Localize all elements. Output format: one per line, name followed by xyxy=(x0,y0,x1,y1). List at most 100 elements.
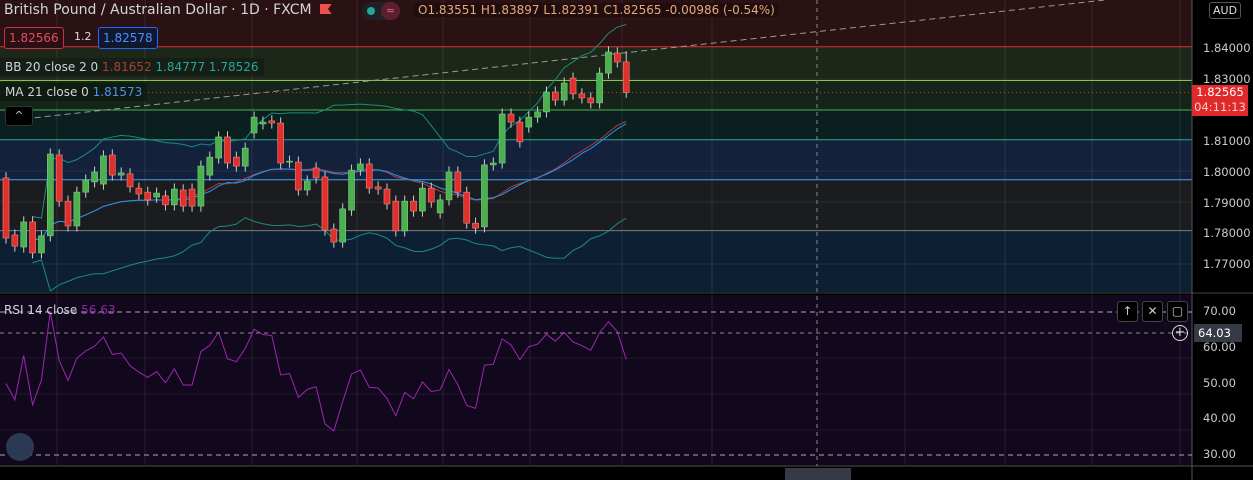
candle-body xyxy=(339,208,346,243)
candle-body xyxy=(419,187,426,212)
bb-legend[interactable]: BB 20 close 2 0 1.81652 1.84777 1.78526 xyxy=(0,58,264,76)
candle-body xyxy=(126,173,134,188)
last-price-label: 1.82565 04:11:13 xyxy=(1192,85,1248,116)
maximize-pane-button[interactable]: ▢ xyxy=(1167,301,1188,322)
candle-body xyxy=(135,187,143,195)
candle-body xyxy=(2,177,10,239)
candle-body xyxy=(171,188,178,206)
rsi-tick: 50.00 xyxy=(1203,376,1236,390)
crosshair-time-label xyxy=(785,468,851,480)
candle-body xyxy=(250,116,258,134)
sell-price-button[interactable]: 1.82566 xyxy=(4,27,64,49)
candle-body xyxy=(20,221,28,248)
candle-body xyxy=(357,163,364,171)
ma-value: 1.81573 xyxy=(92,85,143,99)
rsi-tick: 60.00 xyxy=(1203,340,1236,354)
candle-body xyxy=(206,156,214,176)
candle-body xyxy=(525,116,533,128)
candle-body xyxy=(64,200,72,227)
candle-body xyxy=(605,51,612,74)
candle-body xyxy=(392,200,400,232)
candle-body xyxy=(11,234,19,247)
market-open-dot-icon xyxy=(367,7,375,15)
price-tick: 1.83000 xyxy=(1203,72,1251,86)
candle-body xyxy=(303,180,311,191)
candle-body xyxy=(109,154,116,176)
candle-body xyxy=(516,121,524,143)
rsi-legend[interactable]: RSI 14 close 56.63 xyxy=(4,303,116,317)
candle-body xyxy=(162,195,169,206)
candle-body xyxy=(286,160,293,163)
wave-icon: ≈ xyxy=(381,2,400,20)
candle-body xyxy=(348,169,355,211)
price-zone xyxy=(0,179,1192,231)
flag-icon[interactable] xyxy=(319,4,332,14)
candle-body xyxy=(55,154,63,202)
bb-label: BB 20 close 2 0 xyxy=(5,60,99,74)
market-status-toggle[interactable]: ≈ xyxy=(362,2,400,20)
candle-body xyxy=(117,172,125,176)
candle-body xyxy=(259,121,267,125)
close-pane-button[interactable]: ✕ xyxy=(1142,301,1163,322)
price-tick: 1.79000 xyxy=(1203,196,1251,210)
candle-body xyxy=(91,171,98,183)
chevron-up-icon: ^ xyxy=(14,109,24,122)
ohlc-values: O1.83551 H1.83897 L1.82391 C1.82565 -0.0… xyxy=(414,3,779,17)
candle-body xyxy=(73,191,81,227)
candle-body xyxy=(233,156,240,167)
candle-body xyxy=(401,200,409,232)
candle-body xyxy=(330,228,338,243)
last-price-value: 1.82565 xyxy=(1196,85,1244,99)
candle-body xyxy=(463,191,471,224)
add-plus-icon[interactable]: + xyxy=(1172,325,1188,341)
candle-body xyxy=(268,120,276,124)
move-pane-up-button[interactable]: ↑ xyxy=(1117,301,1138,322)
candle-body xyxy=(82,179,90,193)
price-zone xyxy=(0,139,1192,180)
ma-label: MA 21 close 0 xyxy=(5,85,89,99)
candle-body xyxy=(622,61,630,93)
bb-basis-value: 1.81652 xyxy=(102,60,152,74)
candle-body xyxy=(596,72,603,104)
candle-body xyxy=(188,188,196,207)
candle-body xyxy=(445,171,453,201)
candle-body xyxy=(215,136,222,159)
candle-body xyxy=(153,192,160,198)
candle-body xyxy=(498,113,506,164)
rsi-tick: 30.00 xyxy=(1203,447,1236,461)
candle-body xyxy=(179,189,187,207)
candle-body xyxy=(587,97,595,104)
ma-legend[interactable]: MA 21 close 0 1.81573 xyxy=(0,83,148,101)
spread-value: 1.2 xyxy=(74,30,92,43)
crosshair-rsi-value: 64.03 xyxy=(1194,324,1242,342)
candle-body xyxy=(312,167,320,179)
price-zone xyxy=(0,230,1192,292)
candle-body xyxy=(481,164,488,228)
bb-lower-value: 1.78526 xyxy=(208,60,259,74)
candle-body xyxy=(489,162,497,166)
candle-body xyxy=(454,171,462,193)
price-tick: 1.80000 xyxy=(1203,165,1251,179)
rsi-pane-background xyxy=(0,295,1192,465)
price-zone xyxy=(0,110,1192,140)
maximize-icon: ▢ xyxy=(1171,304,1184,318)
candle-body xyxy=(277,122,284,164)
arrow-up-icon: ↑ xyxy=(1122,304,1133,318)
price-tick: 1.81000 xyxy=(1203,134,1251,148)
candle-body xyxy=(472,222,479,229)
symbol-title[interactable]: British Pound / Australian Dollar · 1D ·… xyxy=(4,2,332,18)
candle-body xyxy=(46,153,54,237)
candle-body xyxy=(578,93,586,99)
bar-countdown: 04:11:13 xyxy=(1194,100,1246,114)
rsi-value: 56.63 xyxy=(81,303,116,317)
candle-body xyxy=(144,191,152,201)
price-tick: 1.78000 xyxy=(1203,226,1251,240)
candle-body xyxy=(427,187,435,203)
buy-price-button[interactable]: 1.82578 xyxy=(98,27,158,49)
candle-body xyxy=(374,186,382,190)
price-tick: 1.84000 xyxy=(1203,41,1251,55)
collapse-legend-button[interactable]: ^ xyxy=(5,106,33,126)
candle-body xyxy=(100,155,107,185)
tradingview-logo-icon[interactable] xyxy=(6,433,34,461)
currency-button[interactable]: AUD xyxy=(1209,2,1242,19)
